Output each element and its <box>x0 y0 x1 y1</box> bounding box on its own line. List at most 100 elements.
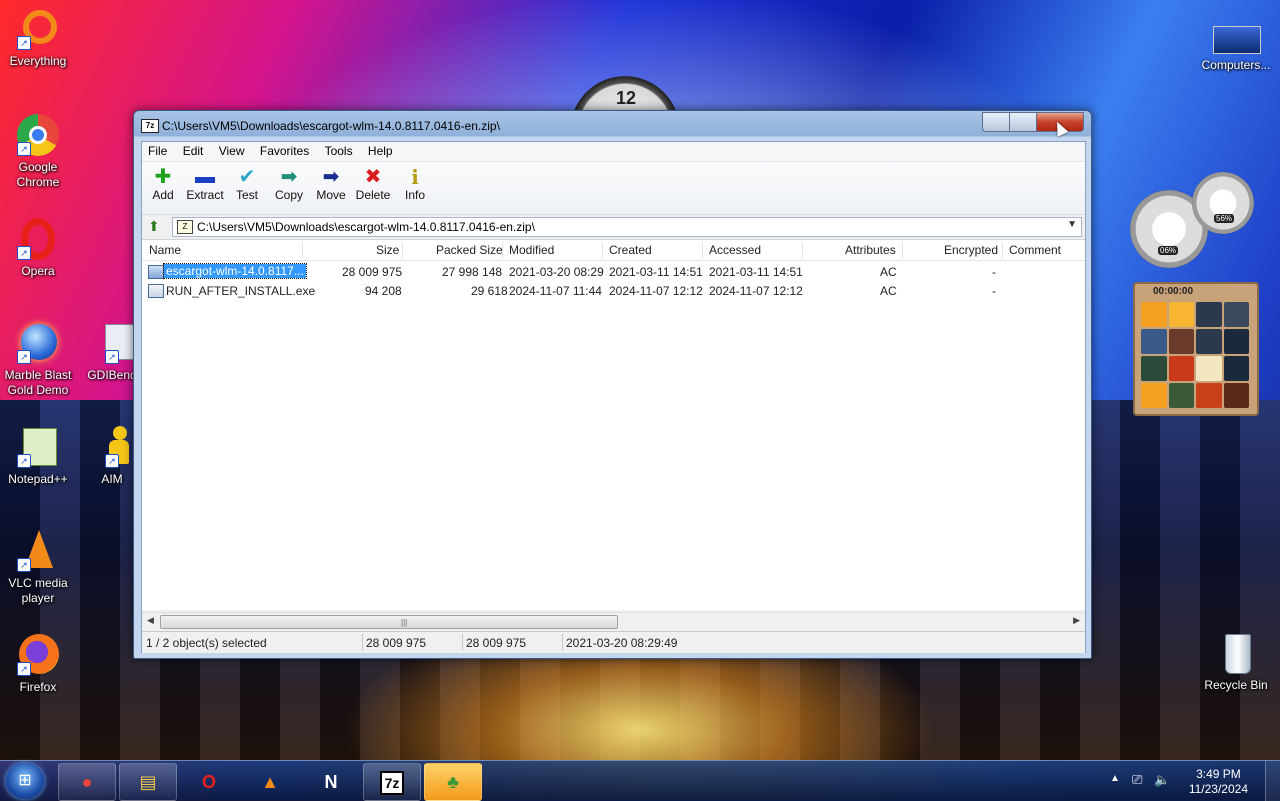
ram-percent: 56% <box>1214 214 1235 223</box>
taskbar-vlc[interactable]: ▲ <box>241 763 299 801</box>
menu-view[interactable]: View <box>213 142 251 158</box>
menu-bar: File Edit View Favorites Tools Help <box>142 142 1085 162</box>
taskbar-chrome[interactable]: ● <box>58 763 116 801</box>
taskbar-opera[interactable]: O <box>180 763 238 801</box>
desktop-icon-label: VLC media player <box>8 576 68 605</box>
desktop-icon-label: Opera <box>21 264 55 278</box>
start-button[interactable]: ⊞ <box>6 763 44 799</box>
desktop-icon-notepad-plus-plus[interactable]: ↗ Notepad++ <box>0 426 76 487</box>
clock-date: 11/23/2024 <box>1188 782 1248 796</box>
column-size[interactable]: Size <box>376 243 399 257</box>
info-button[interactable]: i Info <box>394 166 436 202</box>
desktop-icon-label: Recycle Bin <box>1204 678 1268 692</box>
row-size: 28 009 975 <box>342 265 403 279</box>
column-comment[interactable]: Comment <box>1009 243 1061 257</box>
desktop-icon-everything[interactable]: ↗ Everything <box>0 8 76 69</box>
table-row[interactable]: RUN_AFTER_INSTALL.exe 94 208 29 618 2024… <box>142 281 1085 300</box>
chevron-down-icon[interactable]: ▼ <box>1067 219 1077 230</box>
address-combobox[interactable]: Z C:\Users\VM5\Downloads\escargot-wlm-14… <box>172 217 1082 237</box>
desktop-icon-label: Firefox <box>19 680 57 694</box>
row-packed: 27 998 148 <box>442 265 503 279</box>
desktop-icon-computers[interactable]: Computers... <box>1198 26 1274 73</box>
add-button[interactable]: ✚ Add <box>142 166 184 202</box>
aim-running-man-icon: ↗ <box>91 426 133 468</box>
desktop-icon-marble-blast[interactable]: ↗ Marble Blast Gold Demo <box>0 322 76 398</box>
menu-favorites[interactable]: Favorites <box>254 142 315 158</box>
file-list[interactable]: Name Size Packed Size Modified Created A… <box>142 240 1085 610</box>
picture-puzzle-gadget[interactable]: 00:00:00 <box>1133 282 1259 416</box>
scroll-right-icon[interactable]: ▶ <box>1073 615 1080 626</box>
tray-overflow-icon[interactable]: ▲ <box>1110 773 1120 784</box>
column-accessed[interactable]: Accessed <box>709 243 761 257</box>
menu-edit[interactable]: Edit <box>177 142 210 158</box>
column-created[interactable]: Created <box>609 243 652 257</box>
status-selection: 1 / 2 object(s) selected <box>146 636 267 650</box>
row-encrypted: - <box>992 284 996 298</box>
row-accessed: 2021-03-11 14:51 <box>709 265 803 279</box>
delete-button[interactable]: ✖ Delete <box>352 166 394 202</box>
column-attributes[interactable]: Attributes <box>845 243 896 257</box>
taskbar-users[interactable]: ♣ <box>424 763 482 801</box>
row-name[interactable]: escargot-wlm-14.0.8117... <box>163 263 307 279</box>
scroll-left-icon[interactable]: ◀ <box>147 615 154 626</box>
address-text: C:\Users\VM5\Downloads\escargot-wlm-14.0… <box>197 220 535 234</box>
cpu-meter-gadget[interactable]: 06% 56% <box>1130 172 1254 268</box>
row-size: 94 208 <box>365 284 402 298</box>
tray-clock[interactable]: 3:49 PM 11/23/2024 <box>1189 767 1248 797</box>
vlc-cone-icon: ↗ <box>17 530 59 572</box>
gdibend-icon: ↗ <box>91 322 141 364</box>
row-created: 2021-03-11 14:51 <box>609 265 703 279</box>
marble-blast-icon: ↗ <box>17 322 59 364</box>
test-button[interactable]: ✔ Test <box>226 166 268 202</box>
window-title: C:\Users\VM5\Downloads\escargot-wlm-14.0… <box>162 119 500 133</box>
table-row[interactable]: escargot-wlm-14.0.8117... 28 009 975 27 … <box>142 262 1085 281</box>
row-name[interactable]: RUN_AFTER_INSTALL.exe <box>166 284 315 298</box>
minimize-button[interactable] <box>982 112 1010 132</box>
scrollbar-thumb[interactable]: ||| <box>160 615 618 629</box>
add-label: Add <box>152 188 174 202</box>
volume-muted-icon[interactable]: 🔈 <box>1154 772 1170 788</box>
desktop-icon-recycle-bin[interactable]: Recycle Bin <box>1198 632 1274 693</box>
menu-tools[interactable]: Tools <box>319 142 359 158</box>
row-packed: 29 618 <box>471 284 508 298</box>
desktop-icon-opera[interactable]: ↗ Opera <box>0 218 76 279</box>
taskbar-7zip[interactable]: 7z <box>363 763 421 801</box>
desktop-icon-firefox[interactable]: ↗ Firefox <box>0 634 76 695</box>
window-client-area: File Edit View Favorites Tools Help ✚ Ad… <box>141 141 1086 653</box>
info-label: Info <box>404 188 425 202</box>
column-modified[interactable]: Modified <box>509 243 554 257</box>
desktop-icon-google-chrome[interactable]: ↗ Google Chrome <box>0 114 76 190</box>
move-label: Move <box>316 188 346 202</box>
status-bar: 1 / 2 object(s) selected 28 009 975 28 0… <box>142 631 1085 653</box>
maximize-button[interactable] <box>1009 112 1037 132</box>
horizontal-scrollbar[interactable]: ◀ ||| ▶ <box>142 612 1085 630</box>
menu-file[interactable]: File <box>142 142 173 158</box>
column-packed-size[interactable]: Packed Size <box>436 243 503 257</box>
taskbar-netscape[interactable]: N <box>302 763 360 801</box>
folder-up-icon[interactable]: ⬆ <box>148 218 160 235</box>
taskbar-explorer[interactable]: ▤ <box>119 763 177 801</box>
row-attributes: AC <box>880 284 897 298</box>
exe-file-icon <box>148 284 164 298</box>
move-arrow-icon: ➡ <box>322 166 340 188</box>
desktop-icon-vlc[interactable]: ↗ VLC media player <box>0 530 76 606</box>
network-icon[interactable]: ⎚ <box>1132 772 1142 788</box>
column-name[interactable]: Name <box>149 243 181 257</box>
desktop-icon-label: Marble Blast Gold Demo <box>4 368 72 397</box>
opera-icon: ↗ <box>17 218 59 260</box>
minus-icon: ▬ <box>195 166 215 188</box>
7zip-app-icon: 7z <box>141 119 159 133</box>
status-size: 28 009 975 <box>366 636 427 650</box>
extract-button[interactable]: ▬ Extract <box>184 166 226 202</box>
menu-help[interactable]: Help <box>362 142 399 158</box>
puzzle-timer: 00:00:00 <box>1153 286 1194 297</box>
move-button[interactable]: ➡ Move <box>310 166 352 202</box>
desktop-icon-label: Google Chrome <box>16 160 60 189</box>
7zip-window[interactable]: 7z C:\Users\VM5\Downloads\escargot-wlm-1… <box>133 110 1092 659</box>
column-encrypted[interactable]: Encrypted <box>944 243 998 257</box>
show-desktop-button[interactable] <box>1265 761 1280 801</box>
firefox-icon: ↗ <box>17 634 59 676</box>
puzzle-grid[interactable] <box>1141 302 1249 408</box>
copy-button[interactable]: ➡ Copy <box>268 166 310 202</box>
title-bar[interactable]: 7z C:\Users\VM5\Downloads\escargot-wlm-1… <box>134 111 1091 139</box>
